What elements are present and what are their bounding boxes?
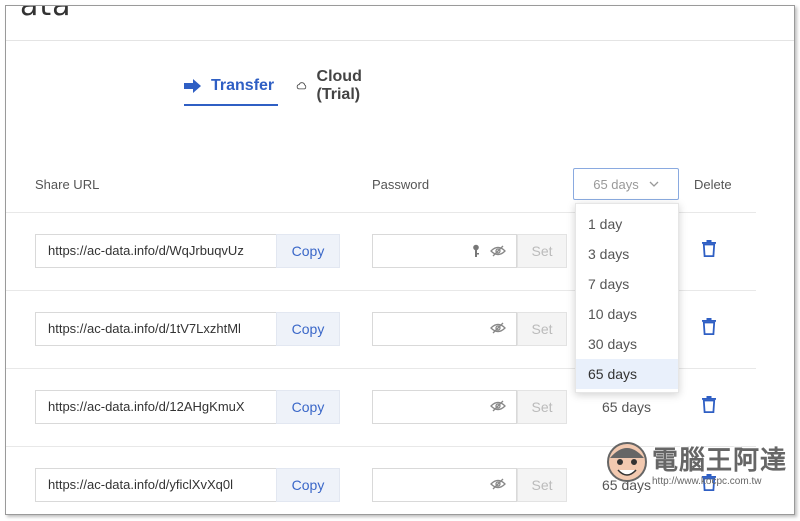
set-password-button[interactable]: Set: [517, 234, 567, 268]
cloud-icon: [296, 82, 307, 90]
tab-transfer-label: Transfer: [211, 77, 275, 94]
app-window: ata Transfer Cloud (Trial) Share URL Pas…: [5, 5, 795, 515]
tab-cloud[interactable]: Cloud (Trial): [296, 68, 370, 104]
column-header-share-url: Share URL: [35, 177, 100, 192]
expiry-days-dropdown: 1 day 3 days 7 days 10 days 30 days 65 d…: [575, 203, 679, 393]
set-password-button[interactable]: Set: [517, 390, 567, 424]
share-url-field[interactable]: https://ac-data.info/d/1tV7LxzhtMl: [35, 312, 276, 346]
eye-slash-icon[interactable]: [490, 322, 506, 334]
eye-slash-icon[interactable]: [490, 478, 506, 490]
dropdown-option-7-days[interactable]: 7 days: [576, 269, 678, 299]
header-divider: [6, 40, 794, 41]
mascot-icon: [607, 442, 647, 482]
arrow-right-icon: [184, 79, 201, 93]
password-field[interactable]: [372, 312, 517, 346]
share-url-field[interactable]: https://ac-data.info/d/yficlXvXq0l: [35, 468, 276, 502]
share-url-field[interactable]: https://ac-data.info/d/12AHgKmuX: [35, 390, 276, 424]
eye-slash-icon[interactable]: [490, 400, 506, 412]
copy-button[interactable]: Copy: [276, 390, 340, 424]
expiry-days-value: 65 days: [593, 176, 639, 192]
eye-slash-icon[interactable]: [490, 245, 506, 257]
dropdown-option-65-days[interactable]: 65 days: [576, 359, 678, 389]
tab-cloud-label: Cloud (Trial): [316, 68, 362, 103]
dropdown-option-30-days[interactable]: 30 days: [576, 329, 678, 359]
password-field[interactable]: [372, 390, 517, 424]
dropdown-option-3-days[interactable]: 3 days: [576, 239, 678, 269]
dropdown-option-1-day[interactable]: 1 day: [576, 209, 678, 239]
column-header-delete: Delete: [694, 177, 732, 192]
trash-icon[interactable]: [702, 240, 716, 257]
trash-icon[interactable]: [702, 396, 716, 413]
row-expiry-days: 65 days: [602, 399, 652, 415]
set-password-button[interactable]: Set: [517, 312, 567, 346]
expiry-days-select[interactable]: 65 days: [573, 168, 679, 200]
watermark-title: 電腦王阿達: [652, 446, 788, 476]
watermark-url: http://www.kocpc.com.tw: [652, 476, 762, 487]
chevron-down-icon: [649, 181, 659, 187]
site-watermark: 電腦王阿達 http://www.kocpc.com.tw: [604, 436, 794, 496]
share-url-field[interactable]: https://ac-data.info/d/WqJrbuqvUz: [35, 234, 276, 268]
password-field[interactable]: [372, 468, 517, 502]
password-field[interactable]: [372, 234, 517, 268]
copy-button[interactable]: Copy: [276, 312, 340, 346]
column-header-password: Password: [372, 177, 430, 192]
app-logo: ata: [20, 5, 72, 23]
key-icon: [473, 244, 479, 257]
copy-button[interactable]: Copy: [276, 234, 340, 268]
trash-icon[interactable]: [702, 318, 716, 335]
dropdown-option-10-days[interactable]: 10 days: [576, 299, 678, 329]
set-password-button[interactable]: Set: [517, 468, 567, 502]
tab-transfer[interactable]: Transfer: [184, 68, 279, 106]
copy-button[interactable]: Copy: [276, 468, 340, 502]
